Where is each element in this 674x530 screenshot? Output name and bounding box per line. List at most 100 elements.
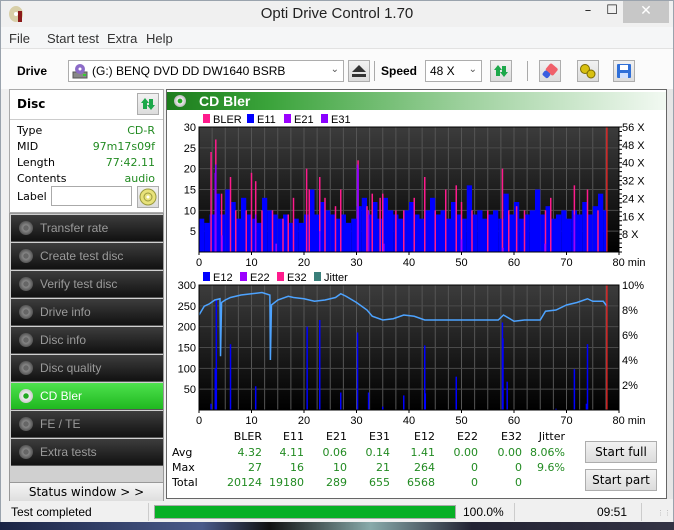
disc-icon xyxy=(19,305,33,319)
disc-refresh-button[interactable] xyxy=(137,93,159,115)
nav-extra-tests[interactable]: Extra tests xyxy=(11,439,163,466)
status-window-button[interactable]: Status window > > xyxy=(9,482,164,502)
bar-e11 xyxy=(262,197,268,252)
bar-bler xyxy=(455,185,457,252)
y2-tick-label: 24 X xyxy=(622,193,645,205)
bar-e12 xyxy=(403,395,405,410)
settings-icon xyxy=(580,64,596,79)
refresh-speed-button[interactable] xyxy=(490,60,512,82)
chevron-down-icon: ⌄ xyxy=(330,64,339,75)
menu-file[interactable]: File xyxy=(9,31,30,46)
nav-drive-info[interactable]: Drive info xyxy=(11,299,163,326)
bar-e11 xyxy=(550,218,556,252)
bar-bler xyxy=(424,177,426,252)
disc-type-key: Type xyxy=(17,124,43,137)
nav-cd-bler[interactable]: CD Bler xyxy=(11,383,163,410)
y-tick-label: 10 xyxy=(184,205,196,217)
bar-e21 xyxy=(544,243,546,252)
nav-label: FE / TE xyxy=(40,417,81,431)
bar-e21 xyxy=(275,243,277,252)
bar-e11 xyxy=(524,214,530,252)
bar-e21 xyxy=(383,243,385,252)
disc-title: Disc xyxy=(17,97,46,111)
nav-fe-te[interactable]: FE / TE xyxy=(11,411,163,438)
nav-transfer-rate[interactable]: Transfer rate xyxy=(11,215,163,242)
x-tick-label: 60 xyxy=(508,257,520,269)
bar-e12 xyxy=(424,393,427,410)
bar-e11 xyxy=(283,214,289,252)
bar-e11 xyxy=(298,222,304,252)
bar-e12 xyxy=(586,344,589,410)
disc-icon xyxy=(19,249,33,263)
bar-e21 xyxy=(502,247,504,252)
nav-disc-info[interactable]: Disc info xyxy=(11,327,163,354)
nav-verify-test-disc[interactable]: Verify test disc xyxy=(11,271,163,298)
nav-disc-quality[interactable]: Disc quality xyxy=(11,355,163,382)
stats-cell: 0.00 xyxy=(453,446,479,459)
erase-button[interactable] xyxy=(539,60,561,82)
menu-extra[interactable]: Extra xyxy=(107,31,137,46)
x-tick-label: 10 xyxy=(245,257,257,269)
bar-e12 xyxy=(319,320,321,410)
c1-error-chart: 5 10 15 20 25 30 0 10 20 30 40 50 60 70 80 min 8 X 16 X 2… xyxy=(184,114,646,269)
nav-create-test-disc[interactable]: Create test disc xyxy=(11,243,163,270)
y2-tick-label: 16 X xyxy=(622,211,645,223)
bar-bler xyxy=(395,210,397,252)
bar-e12 xyxy=(340,392,342,410)
x-tick-label: 20 xyxy=(298,415,310,427)
bar-e11 xyxy=(351,218,357,252)
y-tick-label: 25 xyxy=(184,143,196,155)
bar-bler xyxy=(413,197,415,252)
bar-e12 xyxy=(210,403,212,410)
y2-tick-label: 8 X xyxy=(622,229,639,241)
stats-cell: 0 xyxy=(515,476,522,489)
legend-swatch xyxy=(314,272,321,281)
menu-start-test[interactable]: Start test xyxy=(47,31,99,46)
bar-bler xyxy=(305,168,308,252)
bar-e11 xyxy=(309,189,315,252)
bar-e11 xyxy=(461,218,467,252)
legend-label: E31 xyxy=(331,114,351,126)
bar-e11 xyxy=(456,214,462,252)
panel-edge xyxy=(667,89,673,499)
disc-icon xyxy=(19,361,33,375)
speed-select[interactable]: 48 X ⌄ xyxy=(425,60,482,82)
close-button[interactable]: ✕ xyxy=(623,1,669,23)
toolbar-divider xyxy=(527,61,528,81)
bar-e11 xyxy=(372,202,378,252)
bar-e11 xyxy=(409,202,415,252)
bar-e12 xyxy=(573,369,576,410)
start-part-button[interactable]: Start part xyxy=(585,469,657,491)
resize-grip[interactable]: ⋮⋮ xyxy=(657,509,671,519)
start-full-button[interactable]: Start full xyxy=(585,441,657,463)
drive-select[interactable]: (G:) BENQ DVD DD DW1640 BSRB ⌄ xyxy=(68,60,344,82)
bar-e11 xyxy=(535,189,541,252)
y-tick-label: 100 xyxy=(178,363,196,375)
bar-e11 xyxy=(314,214,320,252)
stats-cell: 21 xyxy=(376,461,390,474)
legend-swatch xyxy=(247,114,254,123)
bar-e11 xyxy=(482,218,488,252)
menu-help[interactable]: Help xyxy=(146,31,173,46)
bar-e11 xyxy=(293,218,299,252)
x-tick-label: 30 xyxy=(350,415,362,427)
disc-icon xyxy=(19,277,33,291)
label-input[interactable] xyxy=(51,186,132,206)
x-tick-label: 80 min xyxy=(612,415,645,427)
bar-e11 xyxy=(466,185,472,252)
disc-type-value: CD-R xyxy=(127,124,155,137)
menu-bar: File Start test Extra Help xyxy=(1,27,673,49)
settings-button[interactable] xyxy=(577,60,599,82)
bar-e12 xyxy=(367,392,370,410)
save-button[interactable] xyxy=(613,60,635,82)
refresh-icon xyxy=(141,98,155,110)
bar-bler xyxy=(250,172,253,252)
stats-cell: 655 xyxy=(369,476,390,489)
bar-bler xyxy=(282,218,284,252)
progress-bar xyxy=(154,505,456,519)
bar-bler xyxy=(245,210,247,252)
eject-button[interactable] xyxy=(348,60,370,82)
disc-icon xyxy=(19,333,33,347)
y-tick-label: 5 xyxy=(190,226,196,238)
disc-label-button[interactable] xyxy=(137,186,159,208)
